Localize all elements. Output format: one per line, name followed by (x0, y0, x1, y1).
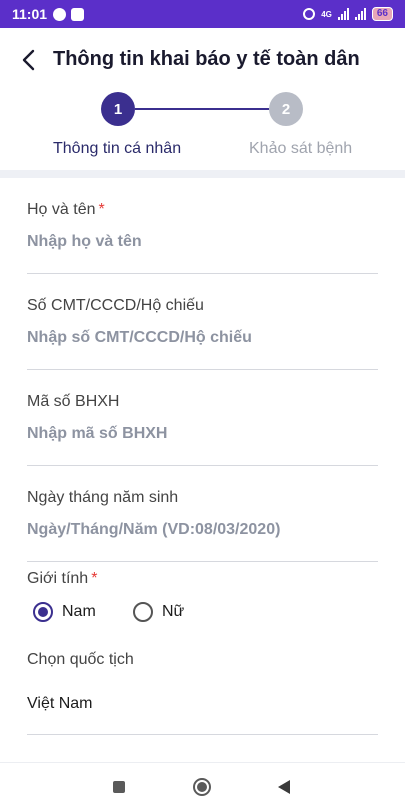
page-title: Thông tin khai báo y tế toàn dân (53, 48, 360, 70)
gender-option-nu[interactable]: Nữ (133, 602, 184, 622)
full-name-label: Họ và tên * (27, 201, 105, 219)
system-back-button[interactable] (272, 775, 296, 799)
gender-label-text: Giới tính (27, 570, 89, 587)
back-triangle-icon (278, 780, 290, 794)
alarm-icon (303, 8, 316, 20)
birth-date-field: Ngày tháng năm sinh (27, 466, 378, 562)
insurance-input[interactable] (27, 425, 378, 443)
home-button[interactable] (190, 775, 214, 799)
step-1-label: Thông tin cá nhân (53, 140, 182, 157)
step-1-indicator[interactable]: 1 (101, 92, 135, 126)
back-button[interactable] (14, 44, 42, 76)
nationality-select[interactable]: Việt Nam (27, 695, 93, 713)
section-divider (0, 170, 405, 178)
full-name-field: Họ và tên * (27, 178, 378, 274)
battery-icon: 66 (371, 7, 393, 21)
gender-section: Giới tính * Nam Nữ Chọn quốc tịch Việt Na… (27, 562, 378, 735)
gender-option-nam[interactable]: Nam (33, 602, 96, 622)
insurance-label: Mã số BHXH (27, 393, 120, 410)
required-marker: * (91, 570, 98, 587)
insurance-field: Mã số BHXH (27, 370, 378, 466)
status-indicators: 4G 66 (303, 7, 393, 21)
step-2-indicator[interactable]: 2 (269, 92, 303, 126)
nationality-underline (27, 734, 378, 735)
system-nav-bar (0, 762, 405, 810)
chevron-left-icon (22, 49, 35, 71)
gender-label: Giới tính * (27, 570, 97, 588)
step-2-label: Khảo sát bệnh (249, 140, 353, 157)
stepper: 1 2 Thông tin cá nhân Khảo sát bệnh (0, 92, 405, 172)
signal-2-icon (354, 8, 366, 20)
gender-option-nu-label: Nữ (162, 603, 185, 620)
gender-option-nam-label: Nam (62, 603, 96, 620)
stepper-connector (135, 108, 269, 110)
status-time: 11:01 (12, 6, 48, 22)
signal-icon (337, 8, 349, 20)
full-name-label-text: Họ và tên (27, 201, 96, 218)
personal-info-form: Họ và tên* Số CMT/CCCD/Hộ chiếu Mã số BH… (27, 178, 378, 735)
app-header: Thông tin khai báo y tế toàn dân 1 2 Thô… (0, 28, 405, 180)
recents-button[interactable] (107, 775, 131, 799)
required-marker: * (98, 201, 105, 218)
id-number-label: Số CMT/CCCD/Hộ chiếu (27, 297, 204, 314)
birth-date-input[interactable] (27, 521, 378, 539)
birth-date-label: Ngày tháng năm sinh (27, 489, 179, 506)
app-notification-icon (71, 7, 85, 21)
status-bar: 11:01 4G 66 (0, 0, 405, 28)
radio-unchecked-icon (133, 602, 153, 622)
network-type: 4G (321, 9, 332, 19)
recents-icon (113, 781, 125, 793)
radio-checked-icon (33, 602, 53, 622)
full-name-input[interactable] (27, 233, 378, 251)
nationality-label: Chọn quốc tịch (27, 651, 134, 668)
id-number-field: Số CMT/CCCD/Hộ chiếu (27, 274, 378, 370)
messenger-icon (53, 7, 67, 21)
id-number-input[interactable] (27, 329, 378, 347)
home-icon (193, 778, 211, 796)
